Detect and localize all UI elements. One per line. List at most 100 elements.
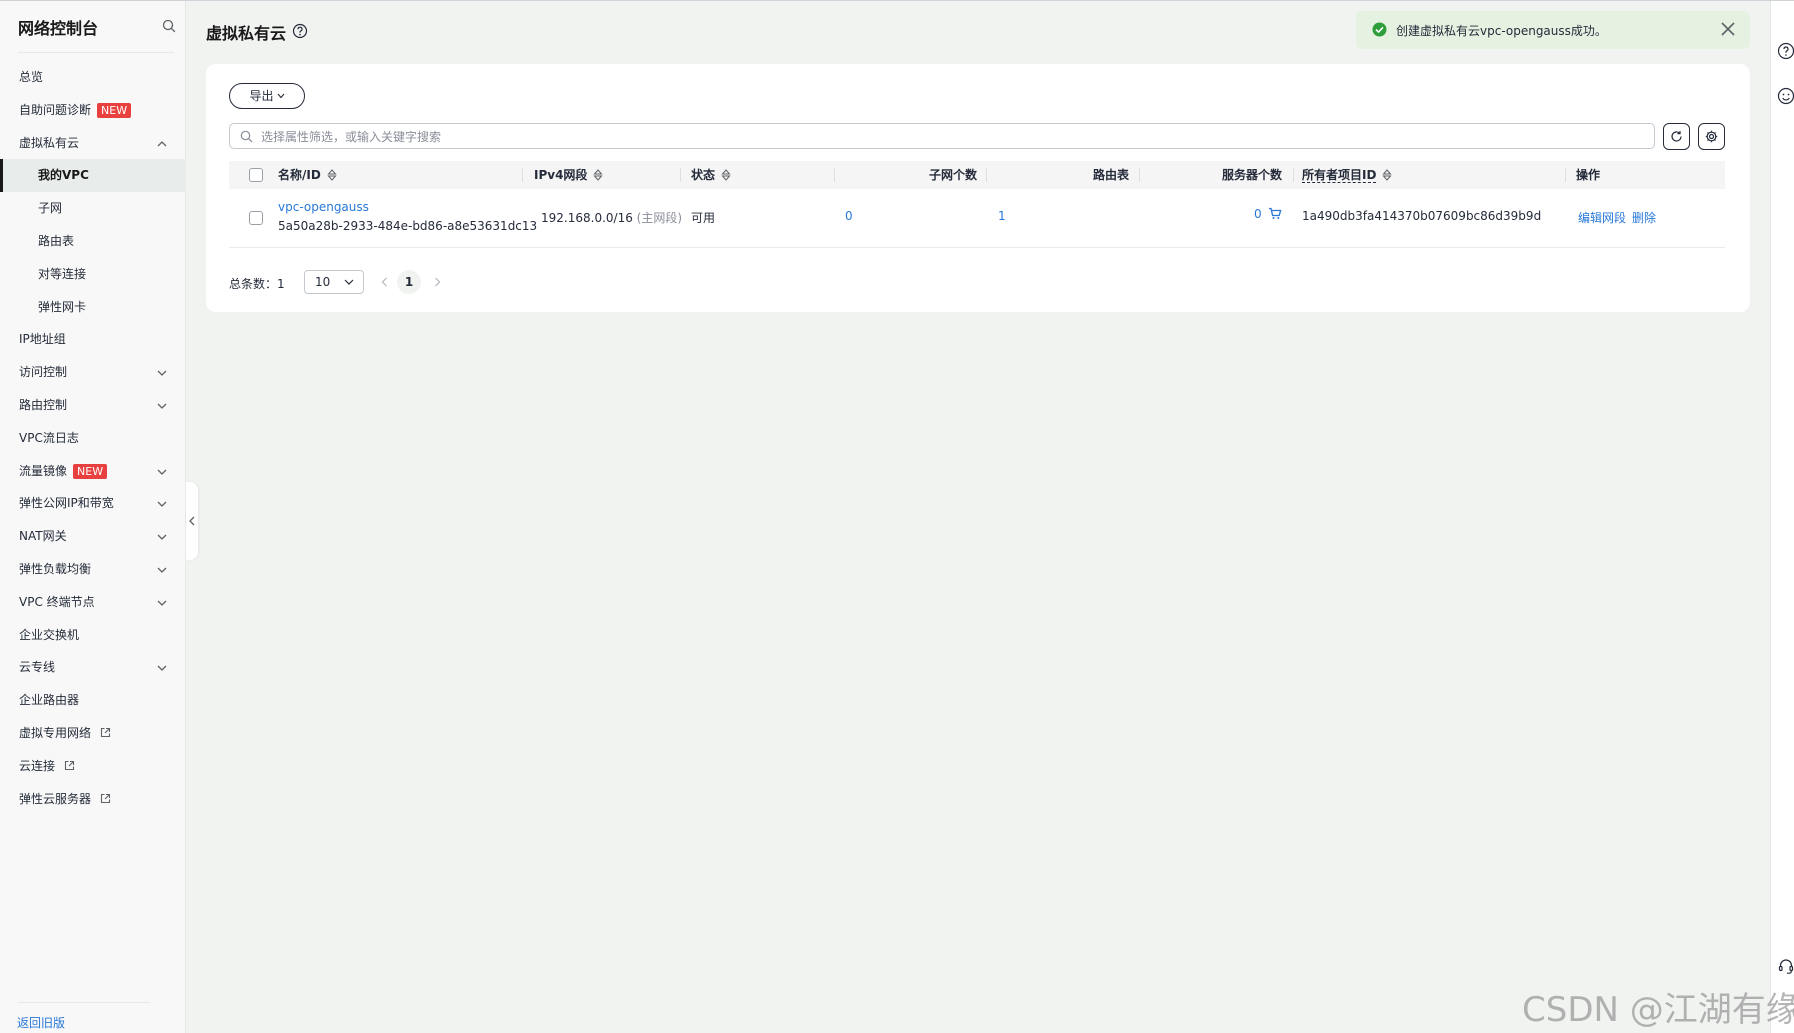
help-icon[interactable] [1777, 42, 1794, 60]
sidebar-item-label: 路由控制 [19, 397, 68, 412]
column-separator [1293, 168, 1294, 182]
sidebar-header: 网络控制台 [0, 1, 186, 52]
sidebar-item-overview[interactable]: 总览 [0, 61, 186, 94]
sidebar-item-diagnosis[interactable]: 自助问题诊断 NEW [0, 94, 186, 127]
close-icon[interactable] [1720, 21, 1736, 37]
sort-icon [327, 169, 337, 181]
sidebar-item-label: 弹性网卡 [38, 299, 87, 314]
sidebar-item-eni[interactable]: 弹性网卡 [0, 291, 186, 324]
sidebar-item-label: 云专线 [19, 660, 56, 675]
sidebar-item-ecs[interactable]: 弹性云服务器 [0, 783, 186, 816]
page-title: 虚拟私有云 [206, 24, 287, 43]
sidebar-item-label: 总览 [19, 70, 44, 84]
success-check-icon [1372, 22, 1387, 37]
chevron-down-icon [157, 370, 167, 377]
cart-icon[interactable] [1268, 207, 1282, 220]
page-size-select[interactable]: 10 [304, 270, 364, 294]
vpc-ipv4-note: (主网段) [636, 211, 683, 225]
sidebar-divider [18, 52, 174, 53]
sidebar-item-flow-log[interactable]: VPC流日志 [0, 422, 186, 455]
vpc-ipv4: 192.168.0.0/16 [541, 211, 633, 225]
sidebar-item-label: IP地址组 [19, 332, 66, 347]
headset-support-icon[interactable] [1777, 957, 1794, 975]
search-input[interactable] [259, 126, 1643, 148]
sidebar-item-label: 访问控制 [19, 365, 68, 380]
column-separator [1565, 168, 1566, 182]
sidebar-item-label: 自助问题诊断 [19, 102, 92, 117]
refresh-button[interactable] [1663, 123, 1690, 150]
chevron-down-icon [157, 534, 167, 541]
col-header-status[interactable]: 状态 [691, 161, 731, 189]
sidebar-item-direct-connect[interactable]: 云专线 [0, 651, 186, 684]
smiley-feedback-icon[interactable] [1777, 87, 1794, 105]
delete-link[interactable]: 删除 [1632, 209, 1656, 226]
sidebar-item-subnet[interactable]: 子网 [0, 192, 186, 225]
sidebar-item-vpc-endpoint[interactable]: VPC 终端节点 [0, 586, 186, 619]
route-table-count-link[interactable]: 1 [998, 209, 1006, 223]
column-separator [834, 168, 835, 182]
search-icon[interactable] [162, 19, 176, 33]
vpc-name-link[interactable]: vpc-opengauss [278, 200, 369, 214]
sidebar-item-enterprise-router[interactable]: 企业路由器 [0, 684, 186, 717]
search-bar[interactable] [229, 123, 1655, 149]
vpc-id: 5a50a28b-2933-484e-bd86-a8e53631dc13 [278, 219, 538, 233]
col-header-label: 名称/ID [278, 168, 321, 182]
sidebar-item-enterprise-switch[interactable]: 企业交换机 [0, 619, 186, 652]
col-header-ipv4[interactable]: IPv4网段 [534, 161, 604, 189]
row-checkbox[interactable] [249, 211, 263, 225]
sidebar-item-label: 云连接 [19, 758, 56, 773]
col-header-label: 所有者项目ID [1302, 168, 1377, 183]
chevron-left-icon [189, 516, 195, 526]
col-header-label: 状态 [691, 168, 716, 182]
sidebar-item-route-control[interactable]: 路由控制 [0, 389, 186, 422]
sidebar-item-label: 弹性公网IP和带宽 [19, 496, 114, 511]
sidebar-item-vpc-group[interactable]: 虚拟私有云 [0, 127, 186, 160]
sidebar-item-cloud-connect[interactable]: 云连接 [0, 750, 186, 783]
sidebar-bottom-divider [18, 1002, 150, 1003]
chevron-right-icon[interactable] [431, 276, 443, 288]
column-separator [522, 168, 523, 182]
sidebar-item-access-control[interactable]: 访问控制 [0, 356, 186, 389]
sidebar-collapse-handle[interactable] [186, 482, 198, 560]
select-all-checkbox[interactable] [249, 168, 263, 182]
sidebar-item-label: 我的VPC [38, 168, 89, 183]
sidebar-item-label: 虚拟私有云 [19, 135, 80, 150]
server-count-link[interactable]: 0 [1254, 207, 1262, 221]
sidebar-item-label: 企业路由器 [19, 693, 80, 708]
column-separator [680, 168, 681, 182]
col-header-subnets: 子网个数 [929, 168, 978, 182]
sidebar-item-label: NAT网关 [19, 529, 67, 544]
page-number-current[interactable]: 1 [397, 270, 421, 294]
back-to-old-version-link[interactable]: 返回旧版 [17, 1014, 65, 1031]
edit-cidr-link[interactable]: 编辑网段 [1578, 209, 1626, 226]
vpc-ipv4-cell: 192.168.0.0/16 (主网段) [541, 209, 682, 226]
subnet-count-link[interactable]: 0 [845, 209, 853, 223]
sidebar-item-elb[interactable]: 弹性负载均衡 [0, 553, 186, 586]
chevron-down-icon [157, 600, 167, 606]
sidebar: 网络控制台 总览 自助问题诊断 NEW 虚拟私有云 我的VPC 子网 路由表 对等… [0, 1, 186, 1033]
column-separator [1139, 168, 1140, 182]
sidebar-item-eip[interactable]: 弹性公网IP和带宽 [0, 487, 186, 520]
sidebar-item-label: 弹性负载均衡 [19, 561, 92, 576]
sort-icon [1382, 169, 1393, 181]
sidebar-item-route-table[interactable]: 路由表 [0, 225, 186, 258]
col-header-owner[interactable]: 所有者项目ID [1302, 161, 1393, 189]
sidebar-item-label: VPC流日志 [19, 430, 79, 445]
chevron-down-icon [277, 93, 284, 99]
sidebar-item-peering[interactable]: 对等连接 [0, 258, 186, 291]
help-icon[interactable] [292, 23, 308, 39]
table-row: vpc-opengauss 5a50a28b-2933-484e-bd86-a8… [229, 189, 1725, 248]
col-header-name[interactable]: 名称/ID [278, 161, 337, 189]
success-toast: 创建虚拟私有云vpc-opengauss成功。 [1356, 11, 1750, 49]
export-button[interactable]: 导出 [229, 83, 305, 109]
settings-button[interactable] [1698, 123, 1725, 150]
sidebar-item-nat[interactable]: NAT网关 [0, 520, 186, 553]
sidebar-item-traffic-mirror[interactable]: 流量镜像 NEW [0, 455, 186, 488]
chevron-left-icon[interactable] [379, 276, 391, 288]
chevron-down-icon [157, 567, 167, 573]
sidebar-item-my-vpc[interactable]: 我的VPC [0, 159, 186, 193]
sidebar-item-label: 企业交换机 [19, 627, 80, 642]
toast-message: 创建虚拟私有云vpc-opengauss成功。 [1396, 24, 1607, 38]
sidebar-item-ip-group[interactable]: IP地址组 [0, 323, 186, 356]
sidebar-item-vpn[interactable]: 虚拟专用网络 [0, 717, 186, 750]
